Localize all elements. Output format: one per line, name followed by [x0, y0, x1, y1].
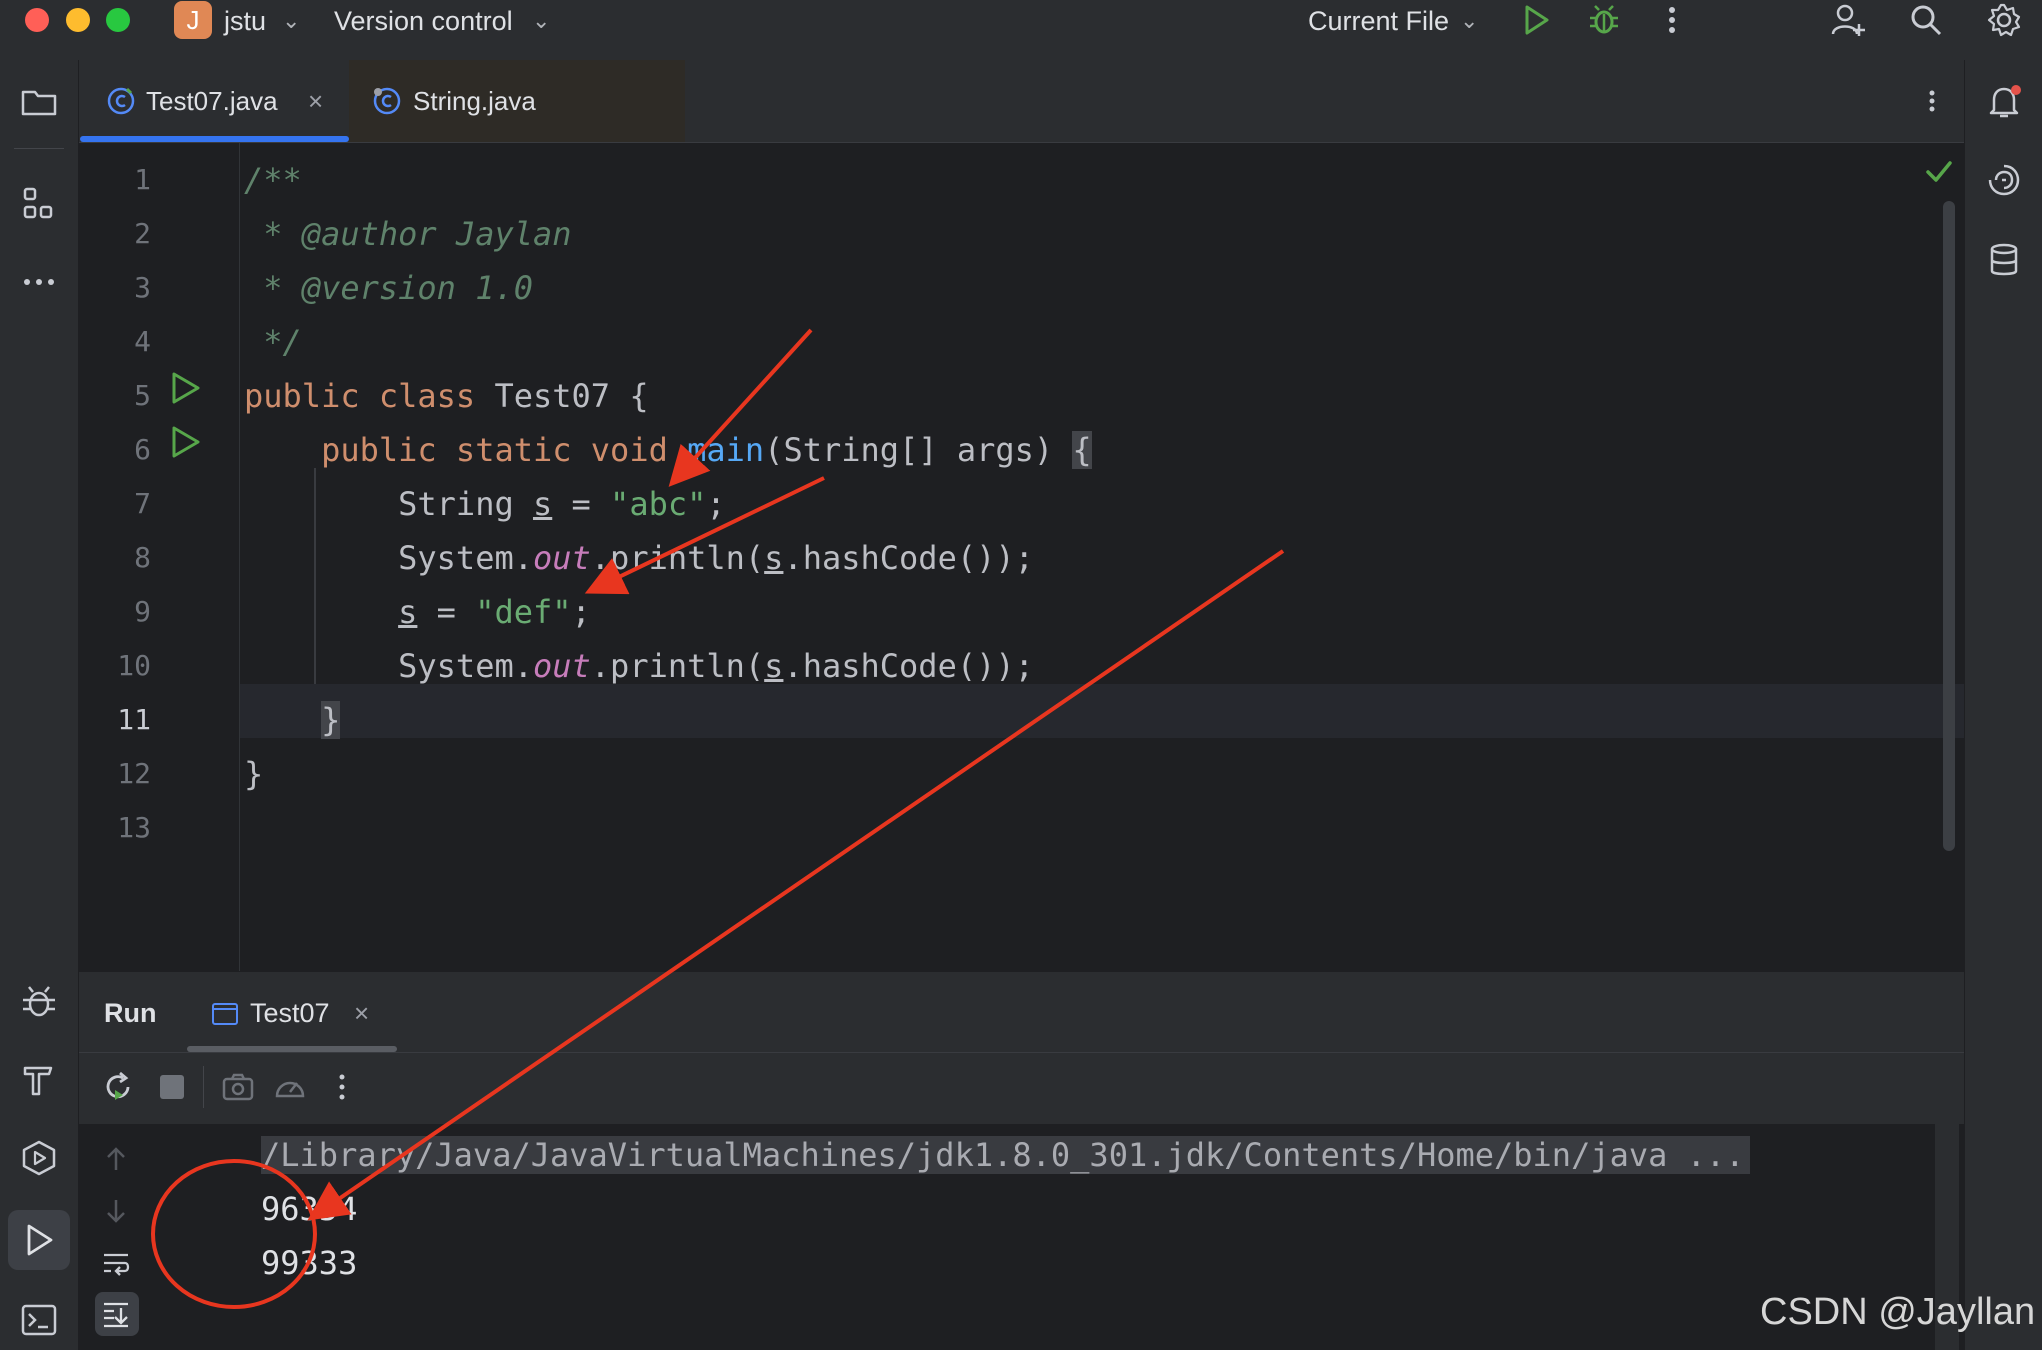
inspection-ok-icon[interactable]: [1923, 155, 1955, 187]
line-number: 6: [134, 433, 151, 466]
scroll-to-end-icon[interactable]: [101, 1299, 131, 1329]
tab-label: String.java: [413, 86, 536, 116]
stop-icon[interactable]: [155, 1070, 189, 1104]
version-control-menu[interactable]: Version control: [334, 4, 513, 38]
console-icon: [212, 1003, 238, 1025]
close-run-tab-icon[interactable]: ×: [354, 996, 369, 1030]
code-line-12: }: [244, 755, 264, 793]
code-line-10: System.out.println(s.hashCode());: [244, 647, 1034, 685]
code-line-4: */: [244, 323, 302, 361]
notifications-icon[interactable]: [1984, 82, 2024, 122]
run-class-gutter-icon[interactable]: [167, 370, 203, 406]
code-line-11: }: [321, 701, 341, 739]
folder-icon[interactable]: [19, 82, 59, 122]
java-class-icon: [107, 87, 135, 115]
more-run-actions-icon[interactable]: [325, 1070, 359, 1104]
more-actions-icon[interactable]: [1654, 2, 1690, 38]
project-badge[interactable]: J: [174, 1, 212, 39]
right-tool-strip: [1964, 60, 2042, 1350]
scroll-up-icon[interactable]: [101, 1144, 131, 1174]
console-line: /Library/Java/JavaVirtualMachines/jdk1.8…: [261, 1128, 1751, 1182]
terminal-icon[interactable]: [19, 1300, 59, 1340]
run-tool-window: Run Test07 × /Library/Java/JavaVirtualMa…: [79, 971, 1964, 1350]
services-icon[interactable]: [19, 1138, 59, 1178]
close-window-button[interactable]: [25, 8, 49, 32]
debug-button-icon[interactable]: [1586, 2, 1622, 38]
watermark: CSDN @Jayllan: [1760, 1291, 2036, 1333]
code-line-5: public class Test07 {: [244, 377, 649, 415]
console-side-toolbar: [79, 1124, 157, 1350]
run-configuration-selector[interactable]: Current File: [1308, 4, 1449, 38]
java-class-icon: [373, 87, 401, 115]
add-user-icon[interactable]: [1830, 2, 1866, 38]
run-tab-test07[interactable]: Test07: [250, 996, 330, 1030]
scroll-down-icon[interactable]: [101, 1196, 131, 1226]
active-tab-indicator: [80, 136, 349, 142]
structure-icon[interactable]: [19, 184, 59, 224]
database-icon[interactable]: [1984, 240, 2024, 280]
line-number: 4: [134, 325, 151, 358]
line-number: 12: [117, 757, 151, 790]
ai-assistant-icon[interactable]: [1984, 160, 2024, 200]
line-number: 5: [134, 379, 151, 412]
minimize-window-button[interactable]: [66, 8, 90, 32]
rerun-icon[interactable]: [101, 1070, 135, 1104]
line-number: 2: [134, 217, 151, 250]
run-button-icon[interactable]: [1518, 2, 1554, 38]
ide-window: J jstu ⌄ Version control ⌄ Current File …: [0, 0, 2042, 1350]
divider: [203, 1066, 204, 1108]
java-command-line[interactable]: /Library/Java/JavaVirtualMachines/jdk1.8…: [261, 1136, 1751, 1174]
editor-tabs: Test07.java × String.java: [79, 60, 1964, 143]
tab-options-icon[interactable]: [1917, 86, 1947, 116]
tab-test07-java[interactable]: Test07.java ×: [79, 60, 349, 142]
active-run-tab-indicator: [187, 1046, 397, 1052]
console-line: 96354: [261, 1190, 358, 1228]
line-number: 8: [134, 541, 151, 574]
run-icon[interactable]: [19, 1220, 59, 1260]
project-name[interactable]: jstu: [224, 4, 266, 38]
code-editor[interactable]: 1 2 3 4 5 6 7 8 9 10 11 12 13 /** * @aut…: [79, 143, 1964, 971]
profiler-icon[interactable]: [273, 1070, 307, 1104]
zoom-window-button[interactable]: [106, 8, 130, 32]
code-line-6: public static void main(String[] args) {: [321, 431, 1092, 469]
line-number: 11: [117, 703, 151, 736]
soft-wrap-icon[interactable]: [101, 1248, 131, 1278]
more-icon[interactable]: [19, 262, 59, 302]
run-panel-title: Run: [104, 998, 157, 1028]
tab-label: Test07.java: [146, 86, 278, 116]
search-icon[interactable]: [1908, 2, 1944, 38]
code-line-1: /**: [244, 161, 302, 199]
debug-icon[interactable]: [19, 982, 59, 1022]
settings-icon[interactable]: [1986, 2, 2022, 38]
run-main-gutter-icon[interactable]: [167, 424, 203, 460]
code-line-3: * @version 1.0: [244, 269, 533, 307]
chevron-down-icon: ⌄: [1460, 8, 1479, 33]
line-number: 9: [134, 595, 151, 628]
title-bar: J jstu ⌄ Version control ⌄ Current File …: [0, 0, 2042, 61]
editor-scrollbar[interactable]: [1943, 201, 1955, 851]
screenshot-icon[interactable]: [221, 1070, 255, 1104]
line-number: 1: [134, 163, 151, 196]
line-number: 10: [117, 649, 151, 682]
console-line: 99333: [261, 1244, 358, 1282]
line-number: 7: [134, 487, 151, 520]
code-line-9: s = "def";: [398, 593, 591, 631]
code-line-8: System.out.println(s.hashCode());: [244, 539, 1034, 577]
run-header: Run Test07 ×: [79, 972, 1964, 1053]
code-line-7: String s = "abc";: [244, 485, 726, 523]
tab-string-java[interactable]: String.java: [349, 60, 685, 142]
close-tab-icon[interactable]: ×: [308, 84, 323, 118]
chevron-down-icon: ⌄: [532, 8, 551, 33]
code-line-2: * @author Jaylan: [244, 215, 572, 253]
line-number: 3: [134, 271, 151, 304]
build-icon[interactable]: [19, 1060, 59, 1100]
divider: [14, 148, 64, 149]
left-tool-strip: [0, 60, 79, 1350]
chevron-down-icon: ⌄: [282, 8, 301, 33]
line-number: 13: [117, 811, 151, 844]
